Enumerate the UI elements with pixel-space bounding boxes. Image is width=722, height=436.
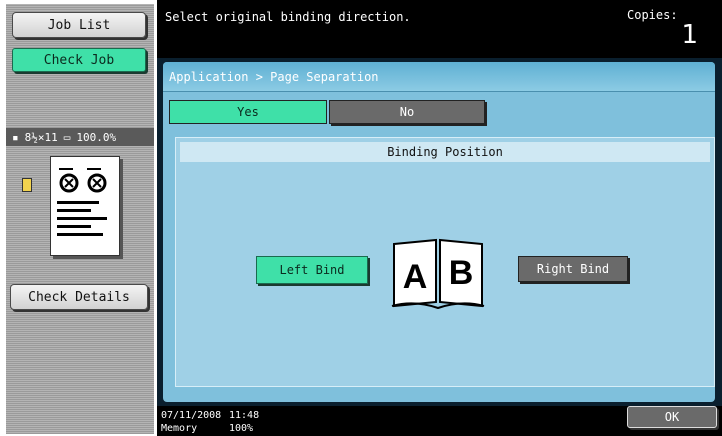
main-panel: Application > Page Separation Yes No Bin… [157, 58, 722, 406]
left-panel: Job List Check Job ▪ 8½×11 ▭ 100.0% Chec… [6, 4, 154, 434]
paper-size-label: 8½×11 [24, 130, 58, 144]
breadcrumb: Application > Page Separation [163, 62, 715, 92]
no-button[interactable]: No [329, 100, 485, 124]
zoom-label: 100.0% [76, 130, 117, 144]
yes-button[interactable]: Yes [169, 100, 327, 124]
message-bar: Select original binding direction. Copie… [157, 0, 722, 58]
check-details-button[interactable]: Check Details [10, 284, 148, 310]
open-book-icon: A B [391, 238, 485, 310]
book-letter-a: A [403, 258, 428, 296]
preview-info-bar: ▪ 8½×11 ▭ 100.0% [6, 128, 154, 146]
job-list-button[interactable]: Job List [12, 12, 146, 38]
book-letter-b: B [449, 254, 474, 292]
right-bind-button[interactable]: Right Bind [518, 256, 628, 282]
binding-position-header: Binding Position [180, 142, 710, 162]
page-thumbnail-icon [57, 168, 107, 236]
ok-button[interactable]: OK [627, 406, 717, 428]
orientation-icon: ▭ [63, 130, 71, 144]
copies-label: Copies: [627, 8, 678, 22]
memory-label: Memory [161, 423, 198, 434]
time-label: 11:48 [229, 410, 260, 421]
settings-panel: Application > Page Separation Yes No Bin… [163, 62, 715, 402]
paper-icon: ▪ [12, 130, 19, 144]
memory-value: 100% [229, 423, 254, 434]
copies-count: 1 [681, 20, 698, 50]
binding-position-box: Binding Position Left Bind A B Right Bin… [175, 137, 715, 387]
preview-area [6, 146, 154, 274]
left-bind-button[interactable]: Left Bind [256, 256, 368, 284]
date-label: 07/11/2008 [161, 410, 222, 421]
status-bar: 07/11/2008 11:48 Memory 100% OK [157, 406, 722, 436]
check-job-button[interactable]: Check Job [12, 48, 146, 72]
preview-paper [50, 156, 120, 256]
instruction-message: Select original binding direction. [165, 10, 411, 24]
document-icon [22, 178, 32, 192]
